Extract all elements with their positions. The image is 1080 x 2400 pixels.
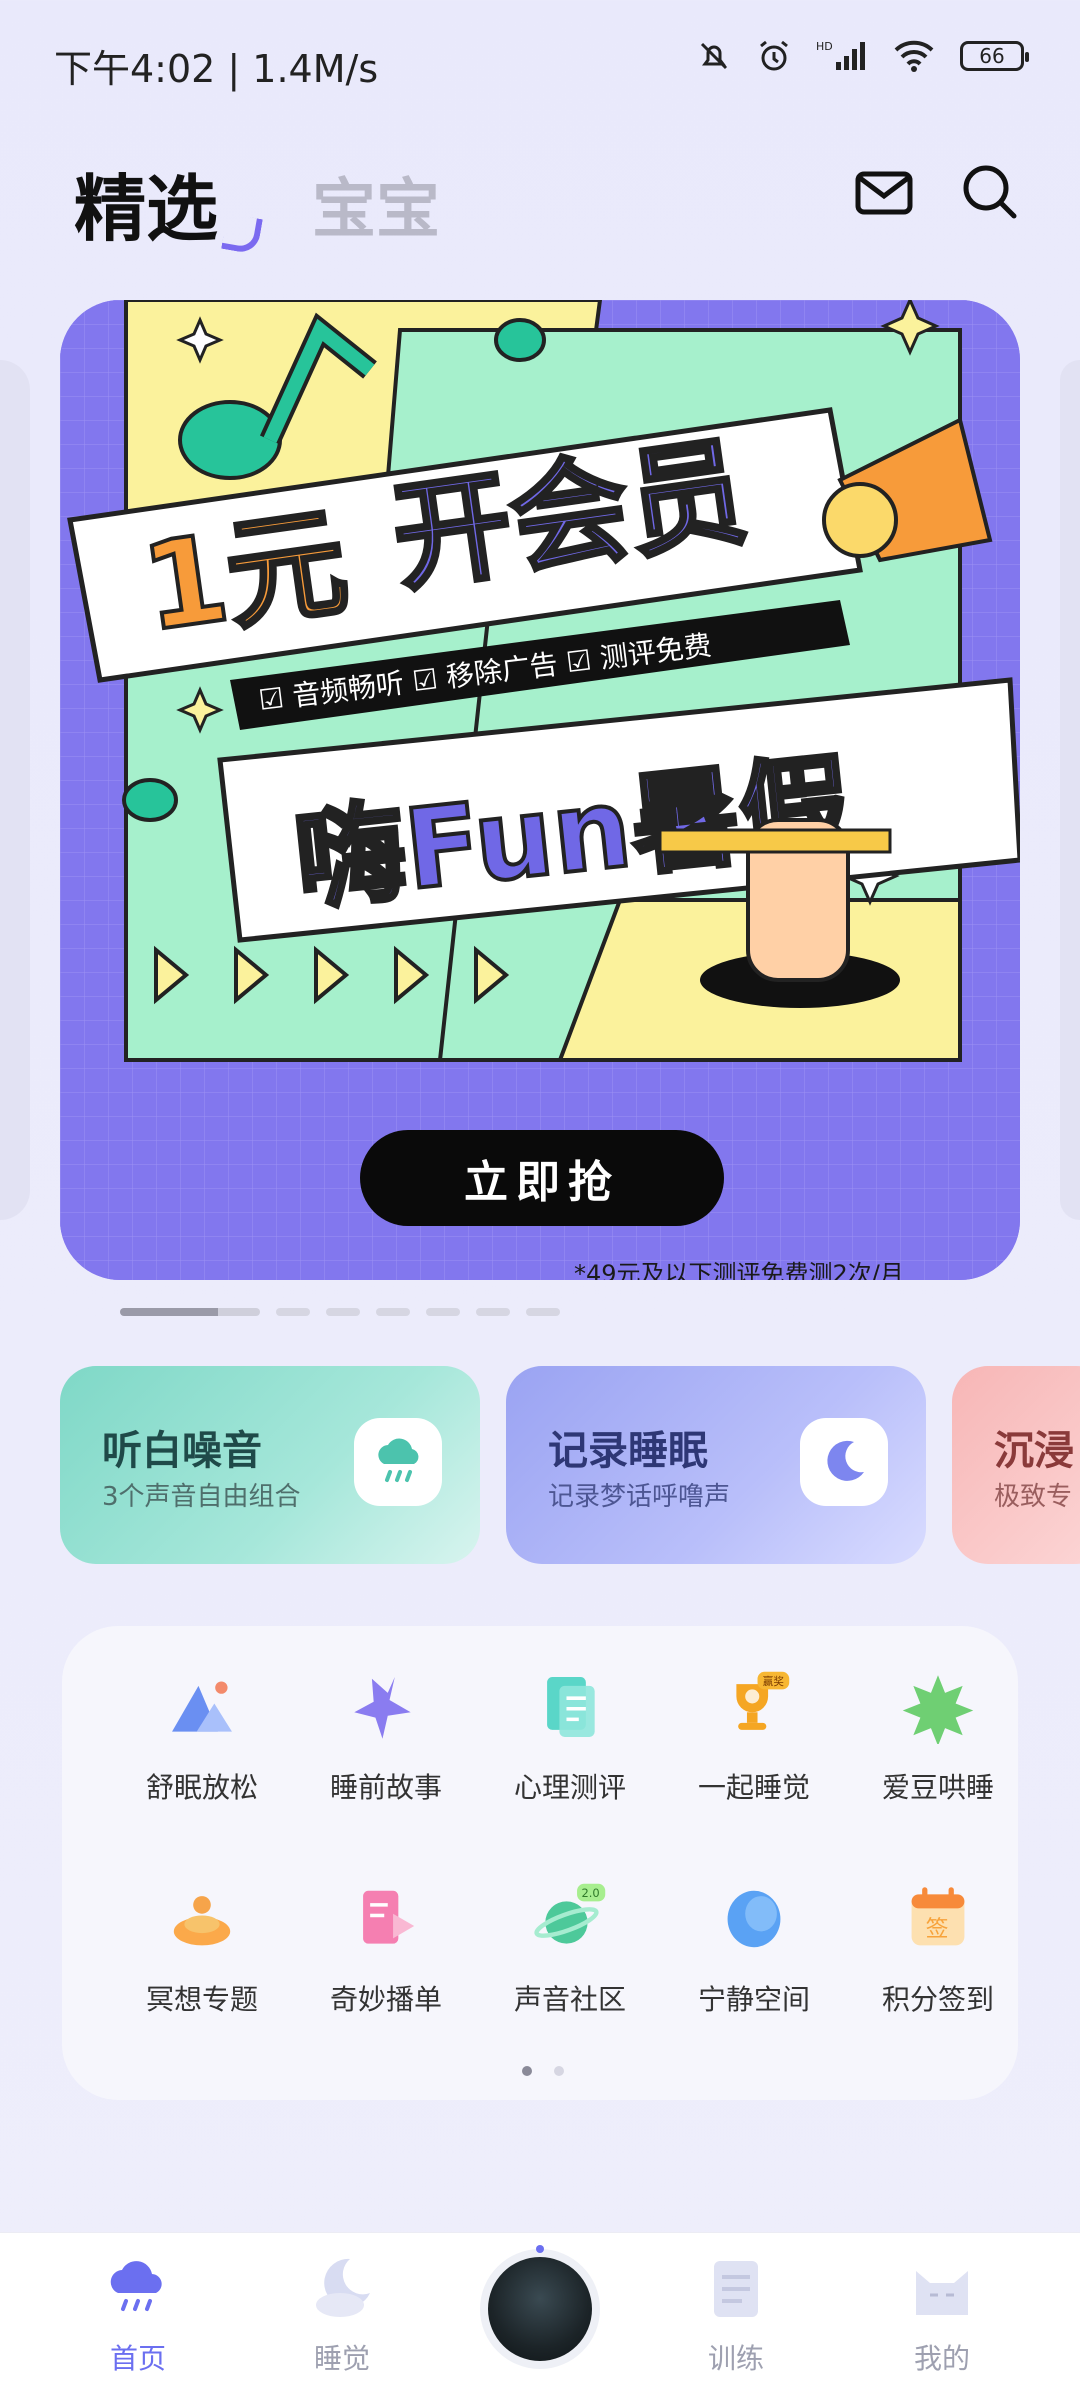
prev-banner-peek[interactable] (0, 360, 30, 1220)
star-icon (354, 1677, 411, 1739)
grid-item-playlist[interactable]: 奇妙播单 (294, 1838, 478, 2018)
sleep-record-card[interactable]: 记录睡眠 记录梦话呼噜声 (506, 1366, 926, 1564)
grid-pagination (522, 2066, 564, 2076)
nav-label: 睡觉 (313, 2342, 370, 2375)
grid-label: 爱豆哄睡 (881, 1771, 994, 1804)
next-banner-peek[interactable] (1060, 360, 1080, 1220)
grid-item-psych-test[interactable]: 心理测评 (478, 1626, 662, 1806)
moon-cloud-icon (316, 2258, 370, 2317)
banner-pagination (120, 1308, 560, 1316)
grid-item-sound-community[interactable]: 2.0 声音社区 (478, 1838, 662, 2018)
immersive-card[interactable]: 沉浸 极致专 (952, 1366, 1080, 1564)
mountain-icon (172, 1681, 232, 1732)
battery-icon: 66 (960, 41, 1029, 71)
grid-label: 舒眠放松 (145, 1771, 258, 1804)
grid-item-sleep-together[interactable]: 赢奖 一起睡觉 (662, 1626, 846, 1806)
alarm-icon (756, 38, 792, 74)
page-dot-active (522, 2066, 532, 2076)
svg-text:1元: 1元 (135, 493, 356, 659)
page-dot (426, 1308, 460, 1316)
page-dot (276, 1308, 310, 1316)
card-title: 沉浸 (994, 1428, 1074, 1474)
grab-now-button[interactable]: 立即抢 (360, 1130, 724, 1226)
page-dot (326, 1308, 360, 1316)
svg-text:HD: HD (816, 40, 833, 53)
burst-star-icon (902, 1675, 974, 1744)
mail-icon[interactable] (852, 160, 916, 224)
meditation-icon (173, 1896, 231, 1946)
grid-item-checkin[interactable]: 签 积分签到 (846, 1838, 1030, 2018)
orb-icon (727, 1890, 781, 1948)
moon-icon (800, 1418, 888, 1506)
cat-face-icon (916, 2271, 968, 2315)
nav-sleep[interactable]: 睡觉 (262, 2253, 422, 2377)
planet-icon: 2.0 (534, 1883, 606, 1944)
active-tab-indicator (221, 213, 263, 255)
nav-home[interactable]: 首页 (58, 2253, 218, 2377)
grid-label: 睡前故事 (329, 1771, 442, 1804)
playlist-icon (363, 1890, 415, 1944)
svg-text:签: 签 (926, 1917, 949, 1943)
page-dot-active (120, 1308, 260, 1316)
search-icon[interactable] (958, 160, 1022, 224)
grid-label: 奇妙播单 (329, 1983, 442, 2016)
svg-text:2.0: 2.0 (581, 1886, 599, 1900)
card-subtitle: 记录梦话呼噜声 (548, 1482, 731, 1512)
grid-label: 心理测评 (513, 1771, 626, 1804)
grid-label: 积分签到 (881, 1983, 994, 2016)
grid-label: 一起睡觉 (697, 1771, 810, 1804)
grid-item-idol-lullaby[interactable]: 爱豆哄睡 (846, 1626, 1030, 1806)
nav-label: 我的 (913, 2342, 970, 2375)
feature-grid: 舒眠放松 睡前故事 心理测评 赢奖 一起睡觉 爱豆哄睡 冥想专题 奇妙播单 2.… (62, 1626, 1018, 2100)
hd-signal-icon: HD (816, 38, 868, 74)
document-icon (547, 1677, 595, 1737)
page-dot (554, 2066, 564, 2076)
nav-label: 首页 (109, 2342, 166, 2375)
now-playing-thumbnail[interactable] (488, 2245, 592, 2361)
nav-label: 训练 (707, 2342, 764, 2375)
svg-text:赢奖: 赢奖 (763, 1675, 785, 1688)
rain-cloud-icon (354, 1418, 442, 1506)
page-dot (376, 1308, 410, 1316)
promo-banner[interactable]: 1元 开会员 ☑ 音频畅听 ☑ 移除广告 ☑ 测评免费 嗨Fun暑假 立即抢 *… (60, 300, 1020, 1280)
nav-training[interactable]: 训练 (656, 2253, 816, 2377)
card-subtitle: 3个声音自由组合 (102, 1482, 301, 1512)
card-title: 听白噪音 (102, 1428, 262, 1474)
wifi-icon (892, 38, 936, 74)
status-bar: 下午4:02 | 1.4M/s HD 66 (0, 0, 1080, 120)
banner-footnote: *49元及以下测评免费测2次/月 (574, 1260, 904, 1280)
page-dot (526, 1308, 560, 1316)
status-icons: HD 66 (696, 38, 1029, 74)
tab-featured[interactable]: 精选 (74, 150, 218, 255)
grid-item-bedtime-story[interactable]: 睡前故事 (294, 1626, 478, 1806)
tab-baby[interactable]: 宝宝 (312, 158, 440, 250)
grid-item-meditation[interactable]: 冥想专题 (110, 1838, 294, 2018)
white-noise-card[interactable]: 听白噪音 3个声音自由组合 (60, 1366, 480, 1564)
bottom-navigation: 首页 睡觉 训练 我的 (0, 2232, 1080, 2400)
page-dot (476, 1308, 510, 1316)
trophy-icon: 赢奖 (736, 1671, 790, 1730)
card-subtitle: 极致专 (994, 1482, 1073, 1512)
grid-item-quiet-space[interactable]: 宁静空间 (662, 1838, 846, 2018)
card-title: 记录睡眠 (548, 1428, 708, 1474)
nav-me[interactable]: 我的 (862, 2253, 1022, 2377)
grid-item-relax[interactable]: 舒眠放松 (110, 1626, 294, 1806)
grid-label: 冥想专题 (145, 1983, 258, 2016)
status-time-speed: 下午4:02 | 1.4M/s (54, 47, 379, 91)
calendar-sign-icon: 签 (911, 1887, 965, 1946)
mute-bell-icon (696, 38, 732, 74)
cloud-rain-icon (110, 2261, 162, 2311)
notepad-icon (714, 2261, 758, 2317)
grid-label: 声音社区 (513, 1983, 626, 2016)
header: 精选 宝宝 (0, 140, 1080, 255)
grid-label: 宁静空间 (697, 1983, 810, 2016)
